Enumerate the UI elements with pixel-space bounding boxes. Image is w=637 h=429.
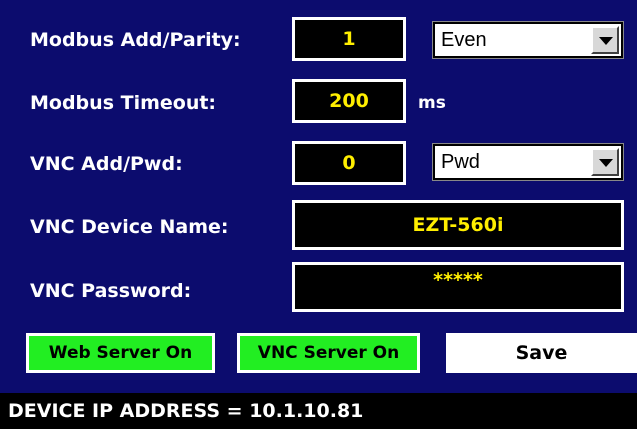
modbus-add-parity-label: Modbus Add/Parity: bbox=[30, 29, 241, 51]
vnc-mode-select[interactable]: Pwd bbox=[432, 143, 624, 181]
modbus-timeout-label: Modbus Timeout: bbox=[30, 92, 217, 114]
parity-value: Even bbox=[441, 29, 487, 51]
chevron-down-icon[interactable] bbox=[591, 148, 619, 176]
modbus-timeout-field[interactable]: 200 bbox=[292, 79, 406, 123]
vnc-device-name-value: EZT-560i bbox=[412, 214, 504, 236]
modbus-timeout-value: 200 bbox=[329, 90, 369, 112]
vnc-add-pwd-label: VNC Add/Pwd: bbox=[30, 153, 183, 175]
save-button[interactable]: Save bbox=[446, 333, 637, 373]
vnc-device-name-label: VNC Device Name: bbox=[30, 216, 229, 238]
modbus-address-value: 1 bbox=[342, 28, 356, 50]
vnc-address-value: 0 bbox=[342, 152, 356, 174]
vnc-server-toggle-button[interactable]: VNC Server On bbox=[237, 333, 420, 373]
vnc-address-field[interactable]: 0 bbox=[292, 141, 406, 185]
vnc-password-field[interactable]: ***** bbox=[292, 262, 624, 312]
chevron-down-icon[interactable] bbox=[591, 26, 619, 54]
vnc-password-label: VNC Password: bbox=[30, 280, 192, 302]
timeout-unit-label: ms bbox=[418, 93, 446, 113]
web-server-toggle-button[interactable]: Web Server On bbox=[26, 333, 215, 373]
modbus-address-field[interactable]: 1 bbox=[292, 17, 406, 61]
vnc-device-name-field[interactable]: EZT-560i bbox=[292, 200, 624, 250]
vnc-password-value: ***** bbox=[433, 269, 483, 291]
parity-select[interactable]: Even bbox=[432, 21, 624, 59]
device-ip-status: DEVICE IP ADDRESS = 10.1.10.81 bbox=[0, 393, 637, 429]
vnc-mode-value: Pwd bbox=[441, 151, 480, 173]
